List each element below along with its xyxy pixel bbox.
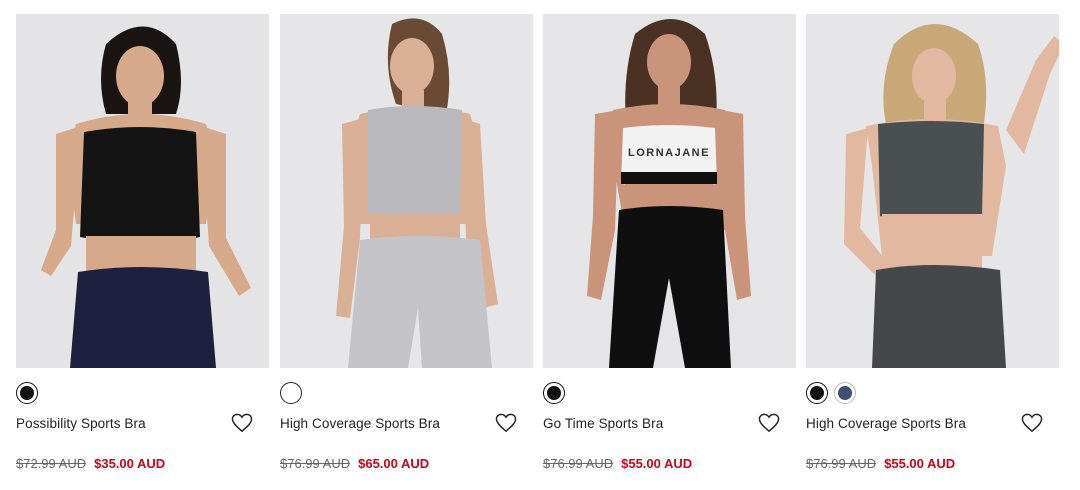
product-image[interactable] <box>280 14 533 368</box>
wishlist-heart-icon[interactable] <box>495 413 517 433</box>
color-swatch[interactable] <box>280 382 302 404</box>
product-name[interactable]: High Coverage Sports Bra <box>280 416 440 431</box>
sale-price: $55.00 AUD <box>621 456 693 471</box>
product-name[interactable]: Possibility Sports Bra <box>16 416 146 431</box>
wishlist-heart-icon[interactable] <box>231 413 253 433</box>
model-photo <box>280 14 533 368</box>
product-grid: Possibility Sports Bra $72.99 AUD $35.00 … <box>0 0 1080 490</box>
color-swatches <box>543 382 565 406</box>
wishlist-heart-icon[interactable] <box>758 413 780 433</box>
sale-price: $35.00 AUD <box>94 456 166 471</box>
original-price: $76.99 AUD <box>280 456 351 471</box>
sale-price: $55.00 AUD <box>884 456 956 471</box>
original-price: $76.99 AUD <box>543 456 614 471</box>
product-image[interactable] <box>806 14 1059 368</box>
product-card[interactable]: Possibility Sports Bra $72.99 AUD $35.00 … <box>16 14 269 484</box>
price-row: $76.99 AUD $55.00 AUD <box>806 456 955 471</box>
logo-text: LORNAJANE <box>628 147 710 159</box>
wishlist-heart-icon[interactable] <box>1021 413 1043 433</box>
model-photo <box>806 14 1059 368</box>
model-photo <box>16 14 269 368</box>
color-swatch[interactable] <box>834 382 856 404</box>
color-swatch[interactable] <box>806 382 828 404</box>
product-card[interactable]: High Coverage Sports Bra $76.99 AUD $55.0… <box>806 14 1059 484</box>
color-swatches <box>806 382 856 406</box>
model-photo: LORNAJANE <box>543 14 796 368</box>
original-price: $76.99 AUD <box>806 456 877 471</box>
price-row: $72.99 AUD $35.00 AUD <box>16 456 165 471</box>
product-name[interactable]: Go Time Sports Bra <box>543 416 663 431</box>
sale-price: $65.00 AUD <box>358 456 430 471</box>
color-swatch[interactable] <box>543 382 565 404</box>
price-row: $76.99 AUD $65.00 AUD <box>280 456 429 471</box>
price-row: $76.99 AUD $55.00 AUD <box>543 456 692 471</box>
original-price: $72.99 AUD <box>16 456 87 471</box>
product-card[interactable]: High Coverage Sports Bra $76.99 AUD $65.0… <box>280 14 533 484</box>
product-image[interactable] <box>16 14 269 368</box>
product-name[interactable]: High Coverage Sports Bra <box>806 416 966 431</box>
color-swatches <box>280 382 302 406</box>
color-swatch[interactable] <box>16 382 38 404</box>
product-image[interactable]: LORNAJANE <box>543 14 796 368</box>
color-swatches <box>16 382 38 406</box>
product-card[interactable]: LORNAJANE Go Time Sports Bra $76.99 AUD $… <box>543 14 796 484</box>
